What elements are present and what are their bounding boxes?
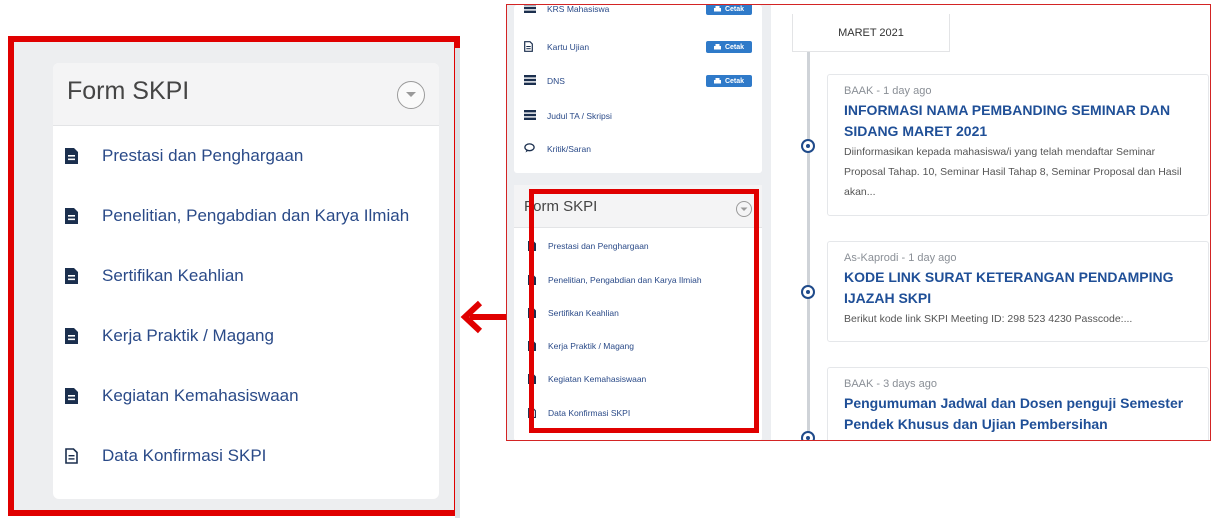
file-solid-icon <box>65 388 78 404</box>
collapse-toggle-icon[interactable] <box>736 201 752 217</box>
post-excerpt: Berikut kode link SKPI Meeting ID: 298 5… <box>844 313 1133 325</box>
file-solid-icon <box>65 268 78 284</box>
printer-icon <box>713 43 721 49</box>
menu-item-judul-ta[interactable]: Judul TA / Skripsi <box>524 106 756 126</box>
comment-icon <box>524 143 536 155</box>
menu-item-kritik-saran[interactable]: Kritik/Saran <box>524 139 756 159</box>
announcement-card[interactable]: BAAK - 1 day ago INFORMASI NAMA PEMBANDI… <box>827 74 1209 216</box>
form-skpi-card: Form SKPI Prestasi dan Penghargaan Penel… <box>514 185 762 440</box>
printer-icon <box>713 77 721 83</box>
menu-item-data-konfirmasi[interactable]: Data Konfirmasi SKPI <box>528 403 630 423</box>
menu-item-label: Kegiatan Kemahasiswaan <box>102 386 299 405</box>
announcement-card[interactable]: BAAK - 3 days ago Pengumuman Jadwal dan … <box>827 367 1209 440</box>
menu-item-sertifikan[interactable]: Sertifikan Keahlian <box>53 246 439 306</box>
menu-item-label: Penelitian, Pengabdian dan Karya Ilmiah <box>102 206 410 225</box>
menu-item-label: Sertifikan Keahlian <box>102 266 244 285</box>
file-solid-icon <box>528 241 536 251</box>
file-solid-icon <box>528 308 536 318</box>
collapse-toggle-icon[interactable] <box>397 81 425 109</box>
cetak-button[interactable]: Cetak <box>706 41 752 53</box>
menu-item-kegiatan[interactable]: Kegiatan Kemahasiswaan <box>53 366 439 426</box>
menu-item-label: DNS <box>547 76 565 86</box>
zoom-highlight-frame: Form SKPI Prestasi dan Penghargaan Penel… <box>8 36 460 518</box>
cetak-button[interactable]: Cetak <box>706 75 752 87</box>
menu-item-prestasi[interactable]: Prestasi dan Penghargaan <box>528 236 649 256</box>
menu-item-penelitian[interactable]: Penelitian, Pengabdian dan Karya Ilmiah <box>528 270 702 290</box>
file-solid-icon <box>65 208 78 224</box>
menu-item-label: Prestasi dan Penghargaan <box>102 146 304 165</box>
pointer-arrow-icon <box>460 300 508 334</box>
form-skpi-header: Form SKPI <box>514 185 762 228</box>
menu-item-label: Penelitian, Pengabdian dan Karya Ilmiah <box>548 275 702 285</box>
list-icon <box>524 75 536 87</box>
printer-icon <box>713 5 721 11</box>
menu-item-label: Kegiatan Kemahasiswaan <box>548 374 647 384</box>
file-solid-icon <box>528 341 536 351</box>
form-skpi-title: Form SKPI <box>524 198 598 215</box>
post-meta: BAAK - 3 days ago <box>844 378 937 390</box>
menu-item-penelitian[interactable]: Penelitian, Pengabdian dan Karya Ilmiah <box>53 186 439 246</box>
menu-item-label: Judul TA / Skripsi <box>547 111 612 121</box>
menu-item-krs[interactable]: KRS Mahasiswa Cetak <box>524 4 756 19</box>
menu-item-kartu-ujian[interactable]: Kartu Ujian Cetak <box>524 37 756 57</box>
menu-item-sertifikan[interactable]: Sertifikan Keahlian <box>528 303 619 323</box>
menu-item-label: Sertifikan Keahlian <box>548 308 619 318</box>
menu-item-label: KRS Mahasiswa <box>547 4 610 14</box>
menu-item-kegiatan[interactable]: Kegiatan Kemahasiswaan <box>528 369 646 389</box>
file-outline-icon <box>524 41 536 53</box>
menu-item-dns[interactable]: DNS Cetak <box>524 71 756 91</box>
menu-item-label: Kartu Ujian <box>547 42 590 52</box>
list-icon <box>524 110 536 122</box>
post-title[interactable]: KODE LINK SURAT KETERANGAN PENDAMPING IJ… <box>844 267 1196 309</box>
post-excerpt: Diinformasikan kepada mahasiswa/i yang t… <box>844 146 1182 198</box>
menu-item-label: Kerja Praktik / Magang <box>102 326 274 345</box>
form-skpi-header: Form SKPI <box>53 63 439 126</box>
file-solid-icon <box>65 328 78 344</box>
file-outline-icon <box>65 448 78 464</box>
file-solid-icon <box>528 374 536 384</box>
month-label: MARET 2021 <box>792 14 950 52</box>
menu-item-label: Kerja Praktik / Magang <box>548 341 634 351</box>
announcement-card[interactable]: As-Kaprodi - 1 day ago KODE LINK SURAT K… <box>827 241 1209 342</box>
menu-item-label: Kritik/Saran <box>547 144 591 154</box>
file-solid-icon <box>528 275 536 285</box>
file-outline-icon <box>528 408 536 418</box>
portal-screenshot: KRS Mahasiswa Cetak Kartu Ujian Cetak DN… <box>506 4 1211 441</box>
timeline-line <box>807 52 810 440</box>
timeline-dot-icon <box>801 285 815 299</box>
student-menu-card: KRS Mahasiswa Cetak Kartu Ujian Cetak DN… <box>514 5 762 173</box>
menu-item-kerja-praktik[interactable]: Kerja Praktik / Magang <box>528 336 634 356</box>
menu-item-data-konfirmasi[interactable]: Data Konfirmasi SKPI <box>53 426 439 486</box>
post-title[interactable]: Pengumuman Jadwal dan Dosen penguji Seme… <box>844 393 1196 435</box>
menu-item-label: Prestasi dan Penghargaan <box>548 241 649 251</box>
menu-item-prestasi[interactable]: Prestasi dan Penghargaan <box>53 126 439 186</box>
timeline-dot-icon <box>801 431 815 440</box>
form-skpi-card-zoomed: Form SKPI Prestasi dan Penghargaan Penel… <box>53 63 439 499</box>
menu-item-label: Data Konfirmasi SKPI <box>102 446 267 465</box>
list-icon <box>524 5 536 15</box>
form-skpi-title: Form SKPI <box>67 77 190 105</box>
zoom-scroll-strip <box>455 48 460 518</box>
cetak-button[interactable]: Cetak <box>706 5 752 15</box>
announcement-timeline: MARET 2021 BAAK - 1 day ago INFORMASI NA… <box>771 5 1210 440</box>
file-solid-icon <box>65 148 78 164</box>
post-meta: As-Kaprodi - 1 day ago <box>844 252 957 264</box>
post-title[interactable]: INFORMASI NAMA PEMBANDING SEMINAR DAN SI… <box>844 100 1196 142</box>
menu-item-label: Data Konfirmasi SKPI <box>548 408 631 418</box>
timeline-dot-icon <box>801 139 815 153</box>
form-skpi-menu: Prestasi dan Penghargaan Penelitian, Pen… <box>53 126 439 486</box>
post-meta: BAAK - 1 day ago <box>844 85 932 97</box>
menu-item-kerja-praktik[interactable]: Kerja Praktik / Magang <box>53 306 439 366</box>
